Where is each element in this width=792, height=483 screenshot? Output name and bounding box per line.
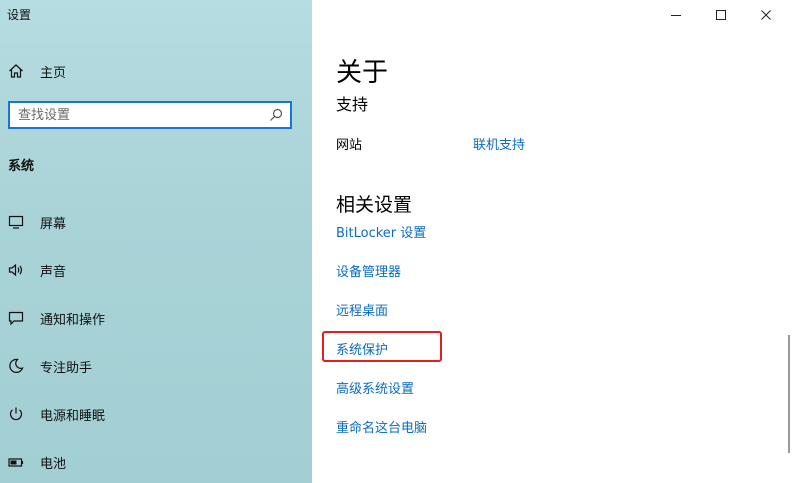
main-content: 关于 支持 网站 联机支持 相关设置 BitLocker 设置 设备管理器 远程… — [312, 0, 792, 483]
sidebar-item-battery[interactable]: 电池 — [0, 444, 312, 480]
sidebar-item-label: 屏幕 — [40, 216, 67, 232]
rename-pc-link[interactable]: 重命名这台电脑 — [336, 417, 427, 436]
sidebar-item-display[interactable]: 屏幕 — [0, 204, 312, 240]
home-icon — [8, 63, 24, 79]
related-settings-heading: 相关设置 — [336, 194, 413, 216]
close-icon — [760, 6, 772, 25]
close-button[interactable] — [744, 0, 788, 30]
power-icon — [8, 406, 24, 422]
sidebar-item-label: 电源和睡眠 — [40, 408, 106, 424]
support-heading: 支持 — [336, 95, 369, 114]
advanced-system-settings-link[interactable]: 高级系统设置 — [336, 378, 414, 397]
app-title: 设置 — [7, 8, 32, 22]
notification-icon — [8, 310, 24, 326]
sidebar-item-home[interactable]: 主页 — [0, 53, 312, 89]
page-title: 关于 — [336, 58, 389, 88]
sidebar-item-label: 主页 — [40, 65, 67, 81]
maximize-button[interactable] — [699, 0, 743, 30]
search-box[interactable] — [8, 101, 292, 129]
scrollbar[interactable] — [788, 335, 790, 453]
speaker-icon — [8, 262, 24, 278]
sidebar-item-label: 专注助手 — [40, 360, 93, 376]
bitlocker-settings-link[interactable]: BitLocker 设置 — [336, 222, 426, 241]
sidebar-item-label: 通知和操作 — [40, 312, 106, 328]
battery-icon — [8, 454, 24, 470]
minimize-icon — [670, 6, 682, 25]
sidebar-item-label: 声音 — [40, 264, 67, 280]
search-input[interactable] — [16, 103, 268, 127]
device-manager-link[interactable]: 设备管理器 — [336, 261, 401, 280]
maximize-icon — [715, 6, 727, 25]
online-support-link[interactable]: 联机支持 — [473, 134, 525, 153]
sidebar-item-notifications[interactable]: 通知和操作 — [0, 300, 312, 336]
sidebar-item-sound[interactable]: 声音 — [0, 252, 312, 288]
search-icon[interactable] — [268, 107, 284, 123]
system-protection-link[interactable]: 系统保护 — [336, 339, 388, 358]
section-header: 系统 — [8, 159, 35, 174]
website-label: 网站 — [336, 138, 363, 153]
minimize-button[interactable] — [654, 0, 698, 30]
sidebar-item-label: 电池 — [40, 456, 67, 472]
sidebar-item-power-sleep[interactable]: 电源和睡眠 — [0, 396, 312, 432]
sidebar-item-focus-assist[interactable]: 专注助手 — [0, 348, 312, 384]
settings-window: 设置 主页 系统 — [0, 0, 792, 483]
moon-icon — [8, 358, 24, 374]
sidebar: 设置 主页 系统 — [0, 0, 312, 483]
remote-desktop-link[interactable]: 远程桌面 — [336, 300, 388, 319]
monitor-icon — [8, 214, 24, 230]
